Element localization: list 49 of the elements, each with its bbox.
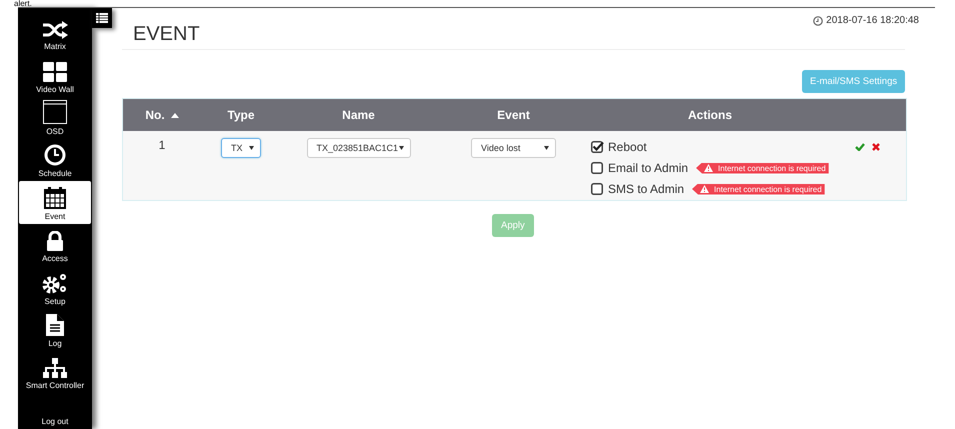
lock-icon — [46, 231, 64, 252]
checkbox[interactable] — [591, 162, 604, 174]
sidebar-item[interactable]: OSD — [19, 96, 91, 140]
calendar-icon — [44, 186, 66, 209]
sidebar-item[interactable]: Log — [19, 308, 91, 351]
caret-icon — [544, 146, 549, 150]
checkbox-label[interactable]: Reboot — [608, 140, 647, 154]
caret-icon — [249, 146, 254, 150]
shuffle-icon — [42, 21, 68, 40]
sidebar-item[interactable]: Event — [19, 181, 91, 224]
warning-tag: Internet connection is required — [696, 162, 829, 174]
page-title: EVENT — [133, 23, 200, 46]
row-number: 1 — [158, 138, 166, 152]
column-header[interactable]: No. — [145, 108, 165, 122]
sitemap-icon — [43, 358, 67, 378]
sidebar-item[interactable]: Log out — [19, 393, 91, 429]
column-header[interactable]: Name — [342, 108, 375, 122]
caret-icon — [398, 146, 404, 150]
sidebar-item[interactable]: Schedule — [19, 139, 91, 182]
cut-off-text: alert. — [14, 0, 32, 7]
checkbox[interactable] — [591, 141, 604, 153]
document-icon — [46, 314, 64, 336]
clock-icon — [44, 144, 66, 166]
column-header[interactable]: Event — [497, 108, 530, 122]
list-icon — [96, 13, 108, 23]
sidebar-item[interactable]: Video Wall — [19, 54, 91, 97]
column-header[interactable]: Type — [227, 108, 255, 122]
checkbox[interactable] — [591, 183, 604, 195]
close-icon[interactable] — [872, 143, 880, 151]
warning-tag: Internet connection is required — [692, 184, 825, 194]
column-header[interactable]: Actions — [688, 108, 732, 122]
sidebar-item[interactable]: Setup — [19, 266, 91, 309]
checkbox-label[interactable]: SMS to Admin — [608, 182, 684, 196]
check-icon[interactable] — [855, 143, 865, 151]
date-time: 2018-07-16 18:20:48 — [826, 15, 919, 26]
menu-toggle-button[interactable] — [92, 8, 112, 28]
warning-icon — [704, 164, 714, 172]
sidebar-item[interactable]: Matrix — [19, 12, 91, 54]
clock-icon — [813, 16, 824, 26]
sidebar-item[interactable]: Access — [19, 224, 91, 266]
event-dropdown[interactable]: Video lost — [471, 138, 556, 158]
window-icon — [43, 100, 67, 124]
type-dropdown[interactable]: TX — [221, 138, 261, 158]
checkbox-label[interactable]: Email to Admin — [608, 161, 688, 175]
sort-icon[interactable] — [170, 112, 179, 118]
grid-icon — [43, 62, 67, 82]
name-dropdown[interactable]: TX_023851BAC1C1 — [306, 138, 410, 158]
warning-icon — [700, 185, 710, 193]
sidebar-item[interactable]: Smart Controller — [19, 350, 91, 394]
